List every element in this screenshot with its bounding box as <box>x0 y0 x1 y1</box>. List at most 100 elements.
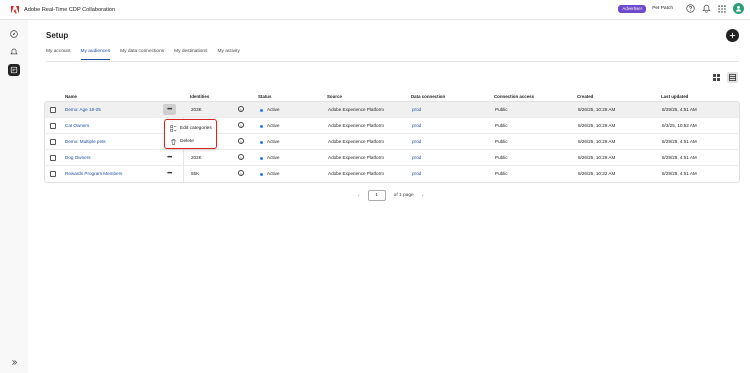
audience-name-link[interactable]: Cat Owners <box>65 123 89 128</box>
updated-date: 9/3/25, 10:52 AM <box>662 123 697 128</box>
role-badge[interactable]: Advertiser <box>618 4 647 13</box>
column-header-created[interactable]: Created <box>577 94 593 99</box>
source-text: Adobe Experience Platform <box>328 171 384 176</box>
avatar[interactable] <box>733 3 744 14</box>
setup-tabs: My account My audiences My data connecti… <box>46 49 240 60</box>
status-text: Active <box>267 155 280 160</box>
tab-my-destinations[interactable]: My destinations <box>174 49 207 60</box>
status-text: Active <box>267 123 280 128</box>
data-connection-link[interactable]: prod <box>412 171 421 176</box>
identities-value: 55K <box>191 171 200 176</box>
plus-icon <box>729 32 736 39</box>
chevron-right-icon[interactable]: › <box>422 193 424 199</box>
tab-my-audiences[interactable]: My audiences <box>80 49 111 60</box>
column-header-status[interactable]: Status <box>258 94 271 99</box>
row-checkbox[interactable] <box>50 154 56 161</box>
apps-grid-icon[interactable] <box>717 4 727 14</box>
row-checkbox[interactable] <box>50 122 56 129</box>
connection-access-text: Public <box>495 107 508 112</box>
expand-chevrons-icon[interactable] <box>8 356 20 368</box>
source-text: Adobe Experience Platform <box>328 139 384 144</box>
setup-icon[interactable] <box>8 64 20 76</box>
updated-date: 8/29/25, 4:51 AM <box>662 155 697 160</box>
menu-item-delete[interactable]: Delete <box>170 136 194 146</box>
row-checkbox[interactable] <box>50 138 56 145</box>
table-row[interactable]: Demo: Multiple pets i Active Adobe Exper… <box>45 134 739 150</box>
audience-name-link[interactable]: Rewards Program Members <box>65 171 122 176</box>
list-view-icon[interactable] <box>727 72 738 83</box>
tab-my-data-connections[interactable]: My data connections <box>120 49 164 60</box>
data-connection-link[interactable]: prod <box>412 155 421 160</box>
top-bar: Adobe Real-Time CDP Collaboration Advert… <box>0 0 750 20</box>
column-header-last-updated[interactable]: Last updated <box>661 94 688 99</box>
page-title: Setup <box>46 31 69 40</box>
column-header-source[interactable]: Source <box>327 94 342 99</box>
chevron-left-icon[interactable]: ‹ <box>358 193 360 199</box>
connection-access-text: Public <box>495 139 508 144</box>
status-text: Active <box>267 171 280 176</box>
more-actions-button[interactable]: ••• <box>163 152 176 163</box>
tab-my-activity[interactable]: My activity <box>217 49 239 60</box>
table-row[interactable]: Demo: Age 18-25 ••• 203K i Active Adobe … <box>45 102 739 118</box>
main-content: Setup My account My audiences My data co… <box>28 20 750 373</box>
status-dot <box>260 156 263 160</box>
column-header-identities[interactable]: Identities <box>190 94 209 99</box>
table-header: Name Identities Status Source Data conne… <box>44 92 740 101</box>
audiences-table: Name Identities Status Source Data conne… <box>44 92 740 183</box>
connection-access-text: Public <box>495 123 508 128</box>
column-header-connection-access[interactable]: Connection access <box>494 94 534 99</box>
created-date: 8/26/25, 10:28 AM <box>578 107 616 112</box>
data-connection-link[interactable]: prod <box>412 123 421 128</box>
table-row[interactable]: Cat Owners i Active Adobe Experience Pla… <box>45 118 739 134</box>
updated-date: 8/29/25, 4:51 AM <box>662 171 697 176</box>
status-dot <box>260 124 263 128</box>
column-header-name[interactable]: Name <box>65 94 77 99</box>
menu-item-label: Edit categories <box>180 125 212 131</box>
connection-access-text: Public <box>495 171 508 176</box>
page-number-input[interactable]: 1 <box>367 190 386 201</box>
info-icon[interactable]: i <box>238 122 244 128</box>
row-checkbox[interactable] <box>50 106 56 113</box>
more-actions-button[interactable]: ••• <box>163 168 176 179</box>
sandbox-name[interactable]: Pet Patch <box>652 6 673 11</box>
table-row[interactable]: Rewards Program Members ••• 55K i Active… <box>45 166 739 182</box>
card-view-icon[interactable] <box>711 72 722 83</box>
audience-name-link[interactable]: Demo: Age 18-25 <box>65 107 101 112</box>
status-dot <box>260 172 263 176</box>
audience-name-link[interactable]: Dog Owners <box>65 155 91 160</box>
info-icon[interactable]: i <box>238 138 244 144</box>
app-title: Adobe Real-Time CDP Collaboration <box>24 6 116 13</box>
info-icon[interactable]: i <box>238 106 244 112</box>
column-header-data-connection[interactable]: Data connection <box>411 94 445 99</box>
tab-my-account[interactable]: My account <box>46 49 71 60</box>
trash-icon <box>170 138 177 145</box>
table-row[interactable]: Dog Owners ••• 202K i Active Adobe Exper… <box>45 150 739 166</box>
info-icon[interactable]: i <box>238 170 244 176</box>
source-text: Adobe Experience Platform <box>328 107 384 112</box>
data-connection-link[interactable]: prod <box>412 107 421 112</box>
info-icon[interactable]: i <box>238 154 244 160</box>
help-icon[interactable] <box>685 4 695 14</box>
identities-value: 203K <box>191 107 202 112</box>
data-connection-link[interactable]: prod <box>412 139 421 144</box>
add-button[interactable] <box>726 29 739 42</box>
bell-icon[interactable] <box>701 4 711 14</box>
connection-access-text: Public <box>495 155 508 160</box>
menu-item-label: Delete <box>180 138 194 144</box>
compass-icon[interactable] <box>8 28 20 40</box>
bell-outline-icon[interactable] <box>8 46 20 58</box>
tabs-divider <box>46 61 739 62</box>
audience-name-link[interactable]: Demo: Multiple pets <box>65 139 106 144</box>
more-actions-button[interactable]: ••• <box>163 104 176 115</box>
source-text: Adobe Experience Platform <box>328 123 384 128</box>
menu-item-edit-categories[interactable]: Edit categories <box>170 123 212 133</box>
table-body: Demo: Age 18-25 ••• 203K i Active Adobe … <box>44 101 740 183</box>
created-date: 8/26/25, 10:28 AM <box>578 155 616 160</box>
edit-categories-icon <box>170 124 177 132</box>
created-date: 8/26/25, 10:28 AM <box>578 139 616 144</box>
row-checkbox[interactable] <box>50 170 56 177</box>
created-date: 8/26/25, 10:32 AM <box>578 171 616 176</box>
updated-date: 8/29/25, 4:51 AM <box>662 107 697 112</box>
status-text: Active <box>267 139 280 144</box>
adobe-logo-icon[interactable] <box>10 5 20 15</box>
